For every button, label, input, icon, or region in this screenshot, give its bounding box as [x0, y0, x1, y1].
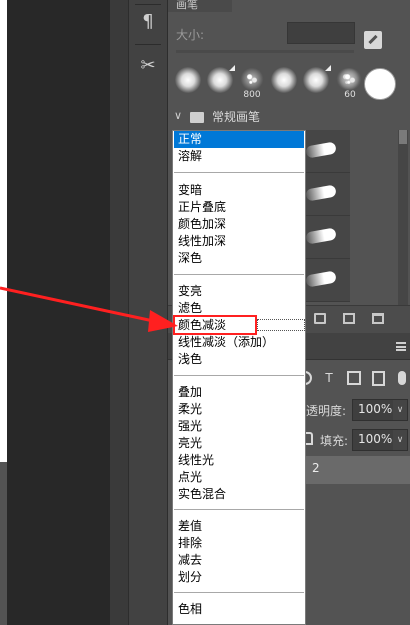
paragraph-icon[interactable]: ¶: [135, 8, 161, 34]
brush-preset-size: 60: [344, 90, 356, 100]
brush-preset-size: 800: [243, 90, 261, 100]
menu-separator: [174, 375, 304, 376]
chevron-down-icon[interactable]: ∨: [174, 109, 182, 122]
menu-separator: [174, 592, 304, 593]
brush-size-label: 大小:: [176, 28, 205, 42]
blend-mode-dropdown: 正常 溶解 变暗 正片叠底 颜色加深 线性加深 深色 变亮 滤色 颜色减淡 线性减淡（添加） 浅色 叠加…: [172, 130, 306, 625]
brush-settings-icon[interactable]: [364, 31, 382, 49]
chevron-down-icon[interactable]: ∨: [393, 400, 407, 420]
panel-menu-icon[interactable]: [396, 342, 406, 351]
blend-mode-option[interactable]: 正片叠底: [174, 199, 304, 216]
filter-shape-icon[interactable]: [347, 371, 361, 385]
brush-stroke-preview: [305, 141, 337, 159]
layer-name: 2: [312, 461, 320, 475]
filter-smart-object-icon[interactable]: [372, 371, 385, 386]
menu-separator: [174, 509, 304, 510]
strip-divider: [135, 4, 161, 5]
blend-mode-option[interactable]: 排除: [174, 535, 304, 552]
strip-divider: [135, 44, 161, 45]
brush-preset[interactable]: [204, 64, 236, 98]
chevron-down-icon[interactable]: ∨: [393, 430, 407, 450]
opacity-value: 100%: [358, 402, 393, 416]
blend-mode-option[interactable]: 线性加深: [174, 233, 304, 250]
brush-list-scrollbar[interactable]: [398, 130, 408, 310]
brush-group-row[interactable]: ∨ 常规画笔: [170, 108, 410, 128]
blend-mode-option[interactable]: 深色: [174, 250, 304, 267]
annotation-arrow-icon: [0, 286, 178, 332]
blend-mode-option[interactable]: 减去: [174, 552, 304, 569]
brush-size-input[interactable]: [287, 22, 355, 44]
brush-group-name: 常规画笔: [212, 110, 261, 124]
menu-separator: [174, 172, 304, 173]
blend-mode-option[interactable]: 差值: [174, 518, 304, 535]
blend-mode-option[interactable]: 正常: [174, 131, 304, 148]
brush-preset[interactable]: 800: [236, 64, 268, 100]
brush-preset[interactable]: [172, 64, 204, 98]
folder-icon: [190, 112, 204, 123]
blend-mode-option[interactable]: 线性光: [174, 452, 304, 469]
filter-type-icon[interactable]: T: [322, 371, 336, 385]
blend-mode-option[interactable]: 点光: [174, 469, 304, 486]
brush-size-slider[interactable]: [176, 50, 354, 53]
blend-mode-option[interactable]: 亮光: [174, 435, 304, 452]
layer-row[interactable]: 2: [300, 456, 410, 484]
brush-preset[interactable]: [268, 64, 300, 98]
blend-mode-option[interactable]: 划分: [174, 569, 304, 586]
brush-stroke-preview: [305, 184, 337, 202]
scrollbar-thumb[interactable]: [399, 130, 407, 144]
blend-mode-option[interactable]: 强光: [174, 418, 304, 435]
brush-panel-tab[interactable]: 画笔: [168, 0, 232, 12]
trash-icon[interactable]: [372, 313, 384, 324]
blend-mode-option[interactable]: 溶解: [174, 148, 304, 165]
blend-mode-option[interactable]: 叠加: [174, 384, 304, 401]
new-brush-icon[interactable]: [343, 313, 355, 324]
opacity-field[interactable]: 100% ∨: [352, 399, 408, 421]
filter-toggle-icon[interactable]: [398, 371, 406, 385]
brush-preset[interactable]: [300, 64, 332, 98]
fill-field[interactable]: 100% ∨: [352, 429, 408, 451]
brush-stroke-preview: [305, 227, 337, 245]
brush-panel-title: 画笔: [176, 0, 198, 11]
blend-mode-option[interactable]: 柔光: [174, 401, 304, 418]
blend-mode-option[interactable]: 颜色加深: [174, 216, 304, 233]
focus-outline: [257, 319, 305, 331]
fill-value: 100%: [358, 432, 393, 446]
opacity-label: 透明度:: [306, 404, 347, 418]
blend-mode-option[interactable]: 色相: [174, 601, 304, 618]
fill-label: 填充:: [320, 434, 349, 448]
brush-preset-hard-round[interactable]: [364, 68, 396, 100]
brush-stroke-preview: [305, 270, 337, 288]
blend-mode-option[interactable]: 实色混合: [174, 486, 304, 503]
new-group-folder-icon[interactable]: [314, 313, 326, 324]
blend-mode-option[interactable]: 浅色: [174, 351, 304, 368]
canvas-edge: [0, 0, 7, 462]
tools-scissors-icon[interactable]: ✂: [135, 52, 161, 78]
brush-preset[interactable]: 60: [334, 64, 366, 100]
blend-mode-option[interactable]: 变暗: [174, 182, 304, 199]
